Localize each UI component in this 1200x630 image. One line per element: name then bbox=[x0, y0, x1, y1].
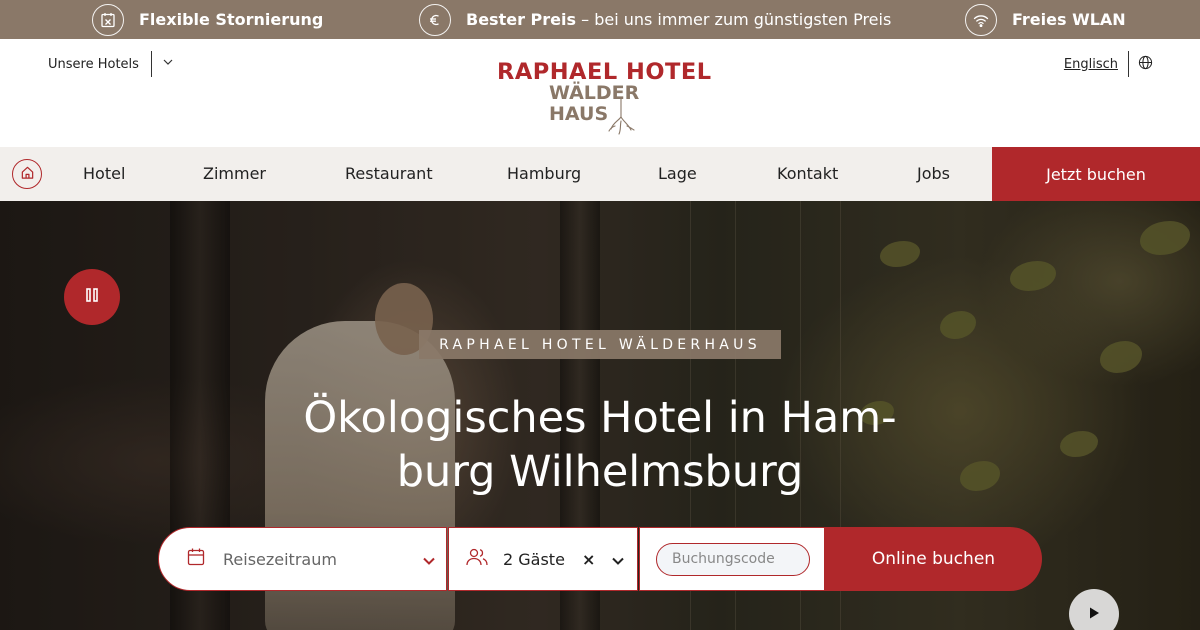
nav-item-jobs[interactable]: Jobs bbox=[917, 147, 950, 201]
wifi-icon bbox=[965, 3, 997, 36]
book-now-button[interactable]: Jetzt buchen bbox=[992, 147, 1200, 201]
guests-label: 2 Gäste bbox=[503, 549, 565, 569]
home-button[interactable] bbox=[12, 159, 42, 189]
logo-line-2: WÄLDER HAUS bbox=[549, 82, 640, 125]
usp-best-price: Bester Preis – bei uns immer zum günstig… bbox=[419, 3, 891, 36]
nav-item-lage[interactable]: Lage bbox=[658, 147, 697, 201]
home-icon bbox=[20, 165, 35, 184]
euro-icon bbox=[419, 3, 451, 36]
online-book-button[interactable]: Online buchen bbox=[825, 527, 1042, 591]
calendar-icon bbox=[186, 547, 206, 571]
usp-label: Bester Preis bbox=[466, 10, 577, 29]
hotel-logo[interactable]: RAPHAEL HOTEL WÄLDER HAUS bbox=[497, 59, 711, 135]
hotels-select-label: Unsere Hotels bbox=[48, 56, 139, 72]
globe-icon[interactable] bbox=[1138, 55, 1153, 74]
divider bbox=[1128, 51, 1129, 77]
site-header: Unsere Hotels RAPHAEL HOTEL WÄLDER HAUS … bbox=[0, 39, 1200, 147]
clear-guests-button[interactable]: × bbox=[582, 550, 595, 569]
booking-bar: Reisezeitraum 2 Gäste × Online buchen bbox=[158, 527, 1042, 591]
hero-title-text: Ökologisches Hotel in Ham- burg Wilhelms… bbox=[303, 393, 897, 497]
hero-tagline: RAPHAEL HOTEL WÄLDERHAUS bbox=[419, 330, 781, 359]
nav-item-hamburg[interactable]: Hamburg bbox=[507, 147, 581, 201]
travel-dates-label: Reisezeitraum bbox=[223, 549, 337, 569]
guests-icon bbox=[465, 547, 489, 571]
play-icon bbox=[1087, 605, 1101, 624]
calendar-cancel-icon bbox=[92, 3, 124, 36]
travel-dates-field[interactable]: Reisezeitraum bbox=[158, 527, 447, 591]
nav-item-restaurant[interactable]: Restaurant bbox=[345, 147, 433, 201]
booking-code-input[interactable] bbox=[656, 542, 810, 576]
chevron-down-icon bbox=[162, 56, 174, 72]
chevron-down-icon[interactable] bbox=[422, 553, 436, 572]
usp-free-wifi: Freies WLAN bbox=[965, 3, 1126, 36]
hero-section: RAPHAEL HOTEL WÄLDERHAUS Ökologisches Ho… bbox=[0, 201, 1200, 630]
usp-label: Flexible Stornierung bbox=[139, 10, 324, 29]
booking-code-field bbox=[639, 527, 825, 591]
usp-label-rest: – bei uns immer zum günstigsten Preis bbox=[576, 10, 892, 29]
usp-bar: Flexible Stornierung Bester Preis – bei … bbox=[0, 0, 1200, 39]
usp-flexible-cancellation: Flexible Stornierung bbox=[92, 3, 323, 36]
hotels-select[interactable]: Unsere Hotels bbox=[48, 51, 174, 77]
main-nav: Hotel Zimmer Restaurant Hamburg Lage Kon… bbox=[0, 147, 1200, 201]
nav-item-hotel[interactable]: Hotel bbox=[83, 147, 125, 201]
logo-roots-icon bbox=[608, 99, 635, 135]
usp-label: Freies WLAN bbox=[1012, 10, 1126, 29]
pause-icon bbox=[83, 286, 101, 308]
video-pause-button[interactable] bbox=[64, 269, 120, 325]
divider bbox=[150, 51, 152, 77]
language-switcher[interactable]: Englisch bbox=[1064, 51, 1153, 77]
chevron-down-icon[interactable] bbox=[611, 553, 625, 572]
guests-field[interactable]: 2 Gäste × bbox=[448, 527, 638, 591]
language-link[interactable]: Englisch bbox=[1064, 57, 1118, 72]
nav-item-kontakt[interactable]: Kontakt bbox=[777, 147, 838, 201]
nav-item-zimmer[interactable]: Zimmer bbox=[203, 147, 266, 201]
hero-title: Ökologisches Hotel in Ham- burg Wilhelms… bbox=[280, 391, 920, 499]
